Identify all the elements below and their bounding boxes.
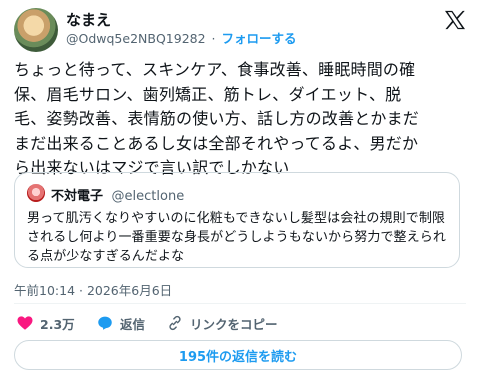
heart-icon	[17, 316, 33, 330]
reply-button[interactable]: 返信	[96, 312, 145, 334]
quote-line: る点が少なすぎるんだよな	[27, 249, 185, 264]
quote-line: されるし何より一番重要な身長がどうしようもないから努力で整えられ	[27, 230, 446, 245]
divider	[14, 303, 466, 304]
author-name[interactable]: なまえ	[66, 9, 111, 30]
author-handle[interactable]: @Odwq5e2NBQ19282	[66, 31, 206, 46]
x-logo-icon[interactable]	[444, 10, 466, 30]
copy-link-button[interactable]: リンクをコピー	[166, 312, 278, 334]
quote-author-name: 不対電子	[51, 189, 104, 204]
quoted-tweet[interactable]: 不対電子 @electlone 男って肌汚くなりやすいのに化粧もできないし髪型は…	[14, 172, 460, 268]
tweet-line: 毛、姿勢改善、表情筋の使い方、話し方の改善とかまだ	[14, 109, 420, 128]
like-button[interactable]: 2.3万	[16, 312, 75, 334]
tweet-line: まだ出来ることあるし女は全部それやってるよ、男だか	[14, 133, 419, 153]
link-icon	[169, 315, 181, 331]
timestamp[interactable]: 午前10:14 · 2026年6月6日	[14, 280, 172, 299]
follow-button[interactable]: フォローする	[222, 31, 297, 46]
quote-author-handle: @electlone	[111, 189, 185, 204]
quote-author: 不対電子 @electlone	[51, 185, 184, 204]
quote-avatar	[27, 184, 45, 202]
quote-text: 男って肌汚くなりやすいのに化粧もできないし髪型は会社の規則で制限 されるし何より…	[27, 209, 447, 266]
reply-icon	[98, 316, 112, 330]
reply-label: 返信	[120, 316, 146, 332]
read-replies-button[interactable]: 195件の返信を読む	[14, 340, 462, 370]
avatar[interactable]	[14, 8, 58, 52]
tweet-line: 保、眉毛サロン、歯列矯正、筋トレ、ダイエット、脱	[14, 84, 402, 104]
tweet-text: ちょっと待って、スキンケア、食事改善、睡眠時間の確 保、眉毛サロン、歯列矯正、筋…	[14, 58, 470, 181]
copy-link-label: リンクをコピー	[190, 316, 278, 332]
separator: ·	[211, 31, 216, 46]
tweet-line: ちょっと待って、スキンケア、食事改善、睡眠時間の確	[14, 60, 416, 79]
author-line: @Odwq5e2NBQ19282 · フォローする	[66, 28, 297, 47]
tweet-card: なまえ @Odwq5e2NBQ19282 · フォローする ちょっと待って、スキ…	[0, 0, 480, 392]
quote-line: 男って肌汚くなりやすいのに化粧もできないし髪型は会社の規則で制限	[27, 211, 446, 226]
like-count: 2.3万	[40, 316, 75, 332]
